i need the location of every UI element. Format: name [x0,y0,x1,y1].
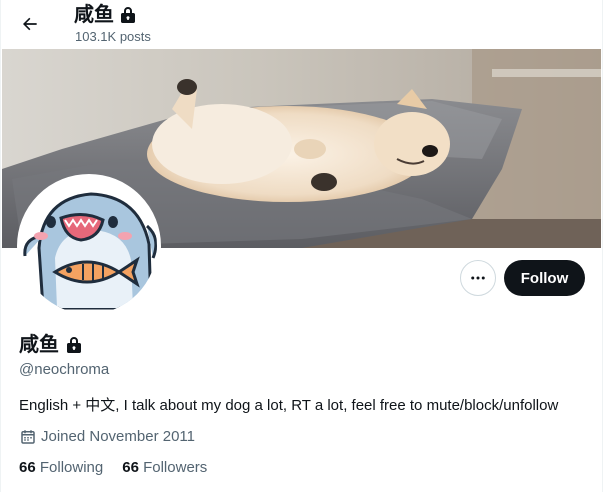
avatar-shark-illustration [21,178,157,314]
header-title: 咸鱼 [74,4,114,26]
lock-icon [121,7,135,23]
lock-icon [67,337,81,353]
followers-link[interactable]: 66 Followers [122,458,207,478]
following-count: 66 [19,459,36,476]
join-date: Joined November 2011 [19,427,195,447]
profile-page: 咸鱼 103.1K posts Follow 咸鱼 @neochroma Eng… [0,0,603,492]
display-name-row: 咸鱼 [19,333,82,357]
profile-bio: English + 中文, I talk about my dog a lot,… [19,397,559,414]
arrow-left-icon [23,17,37,31]
back-button[interactable] [13,7,47,41]
calendar-icon [21,430,35,444]
more-options-button[interactable] [460,260,496,296]
followers-label: Followers [143,459,208,476]
profile-header-bar: 咸鱼 103.1K posts [1,0,602,48]
follow-stats: 66 Following 66 Followers [19,458,207,478]
followers-count: 66 [122,459,139,476]
display-name: 咸鱼 [19,334,59,356]
profile-avatar[interactable] [17,174,161,318]
following-link[interactable]: 66 Following [19,458,103,478]
posts-count: 103.1K posts [75,29,151,44]
follow-button[interactable]: Follow [504,260,585,296]
header-title-row: 咸鱼 [74,3,136,27]
user-handle: @neochroma [19,361,110,378]
join-date-text: Joined November 2011 [41,428,195,445]
more-horizontal-icon [471,276,485,280]
following-label: Following [39,459,104,476]
